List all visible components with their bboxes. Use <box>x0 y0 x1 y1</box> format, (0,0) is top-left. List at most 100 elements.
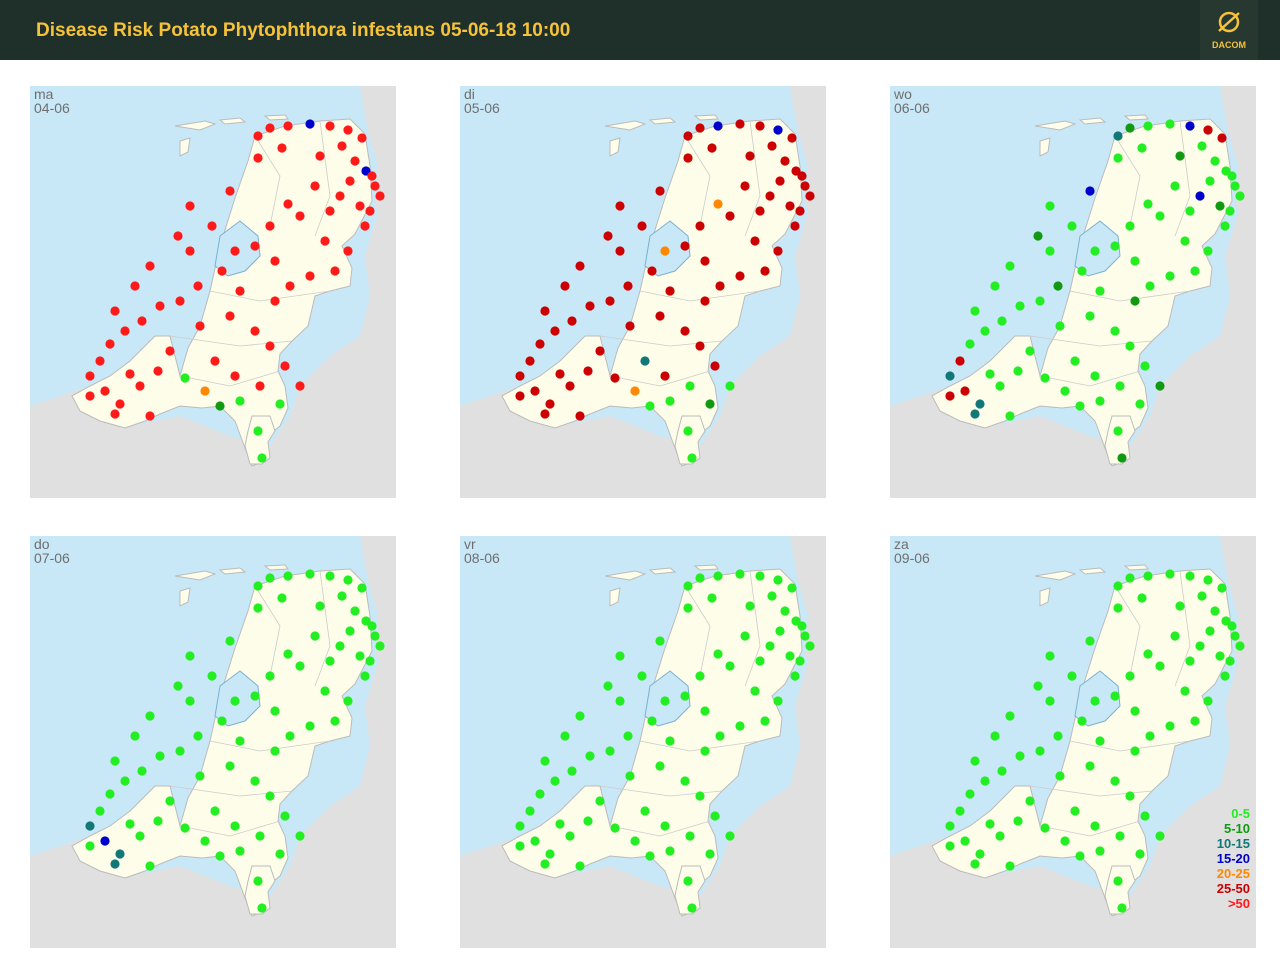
station-dot <box>270 706 280 716</box>
station-dot <box>270 746 280 756</box>
station-dot <box>975 849 985 859</box>
station-dot <box>175 746 185 756</box>
station-dot <box>85 821 95 831</box>
station-dot <box>1175 151 1185 161</box>
legend: 0-5 5-10 10-15 15-20 20-25 25-50 >50 <box>1217 806 1250 911</box>
station-dot <box>110 756 120 766</box>
station-dot <box>230 821 240 831</box>
station-dot <box>775 176 785 186</box>
station-dot <box>1005 861 1015 871</box>
station-dot <box>225 761 235 771</box>
station-dot <box>1155 661 1165 671</box>
station-dot <box>255 831 265 841</box>
station-dot <box>110 409 120 419</box>
station-dot <box>773 696 783 706</box>
station-dot <box>1075 401 1085 411</box>
station-dot <box>235 396 245 406</box>
station-dot <box>1053 731 1063 741</box>
station-dot <box>665 846 675 856</box>
station-dot <box>1095 396 1105 406</box>
station-dot <box>775 626 785 636</box>
station-dot <box>625 321 635 331</box>
station-dot <box>550 776 560 786</box>
station-dot <box>655 186 665 196</box>
station-dot <box>660 696 670 706</box>
legend-item-10-15: 10-15 <box>1216 836 1250 851</box>
station-dot <box>265 221 275 231</box>
station-dot <box>530 836 540 846</box>
station-dot <box>680 326 690 336</box>
station-dot <box>780 156 790 166</box>
station-dot <box>540 756 550 766</box>
header-bar: Disease Risk Potato Phytophthora infesta… <box>0 0 1280 60</box>
station-dot <box>525 806 535 816</box>
station-dot <box>695 221 705 231</box>
station-dot <box>1110 326 1120 336</box>
station-dot <box>115 849 125 859</box>
station-dot <box>567 316 577 326</box>
station-dot <box>1130 706 1140 716</box>
station-dot <box>745 601 755 611</box>
station-dot <box>1190 716 1200 726</box>
station-dot <box>130 281 140 291</box>
island-2 <box>1123 114 1149 121</box>
station-dot <box>683 876 693 886</box>
station-dot <box>95 806 105 816</box>
station-dot <box>695 123 705 133</box>
station-dot <box>320 686 330 696</box>
station-dot <box>343 696 353 706</box>
station-dot <box>767 591 777 601</box>
island-2 <box>263 114 289 121</box>
station-dot <box>283 121 293 131</box>
logo-text: DACOM <box>1212 40 1246 50</box>
date-label: 07-06 <box>34 550 70 566</box>
station-dot <box>1025 346 1035 356</box>
station-dot <box>283 649 293 659</box>
date-label: 05-06 <box>464 100 500 116</box>
station-dot <box>360 221 370 231</box>
station-dot <box>295 661 305 671</box>
station-dot <box>640 806 650 816</box>
station-dot <box>153 816 163 826</box>
station-dot <box>325 656 335 666</box>
station-dot <box>640 356 650 366</box>
station-dot <box>120 776 130 786</box>
station-dot <box>115 399 125 409</box>
station-dot <box>1113 876 1123 886</box>
station-dot <box>1180 686 1190 696</box>
station-dot <box>265 671 275 681</box>
station-dot <box>1143 649 1153 659</box>
station-dot <box>695 791 705 801</box>
station-dot <box>1235 191 1245 201</box>
station-dot <box>765 191 775 201</box>
station-dot <box>713 571 723 581</box>
station-dot <box>335 641 345 651</box>
station-dot <box>280 361 290 371</box>
station-dot <box>970 306 980 316</box>
station-dot <box>283 199 293 209</box>
station-dot <box>1085 186 1095 196</box>
station-dot <box>1215 651 1225 661</box>
station-dot <box>1055 321 1065 331</box>
map-panel-za: za 09-06 <box>890 536 1256 948</box>
station-dot <box>275 399 285 409</box>
station-dot <box>1090 371 1100 381</box>
station-dot <box>980 776 990 786</box>
legend-item-0-5: 0-5 <box>1231 806 1250 821</box>
station-dot <box>515 841 525 851</box>
station-dot <box>583 816 593 826</box>
station-dot <box>207 221 217 231</box>
day-label: za <box>894 536 909 552</box>
station-dot <box>630 386 640 396</box>
station-dot <box>1013 816 1023 826</box>
station-dot <box>997 316 1007 326</box>
station-dot <box>305 721 315 731</box>
station-dot <box>660 821 670 831</box>
station-dot <box>1095 736 1105 746</box>
station-dot <box>193 281 203 291</box>
station-dot <box>155 301 165 311</box>
station-dot <box>257 453 267 463</box>
station-dot <box>153 366 163 376</box>
station-dot <box>355 201 365 211</box>
station-dot <box>760 716 770 726</box>
